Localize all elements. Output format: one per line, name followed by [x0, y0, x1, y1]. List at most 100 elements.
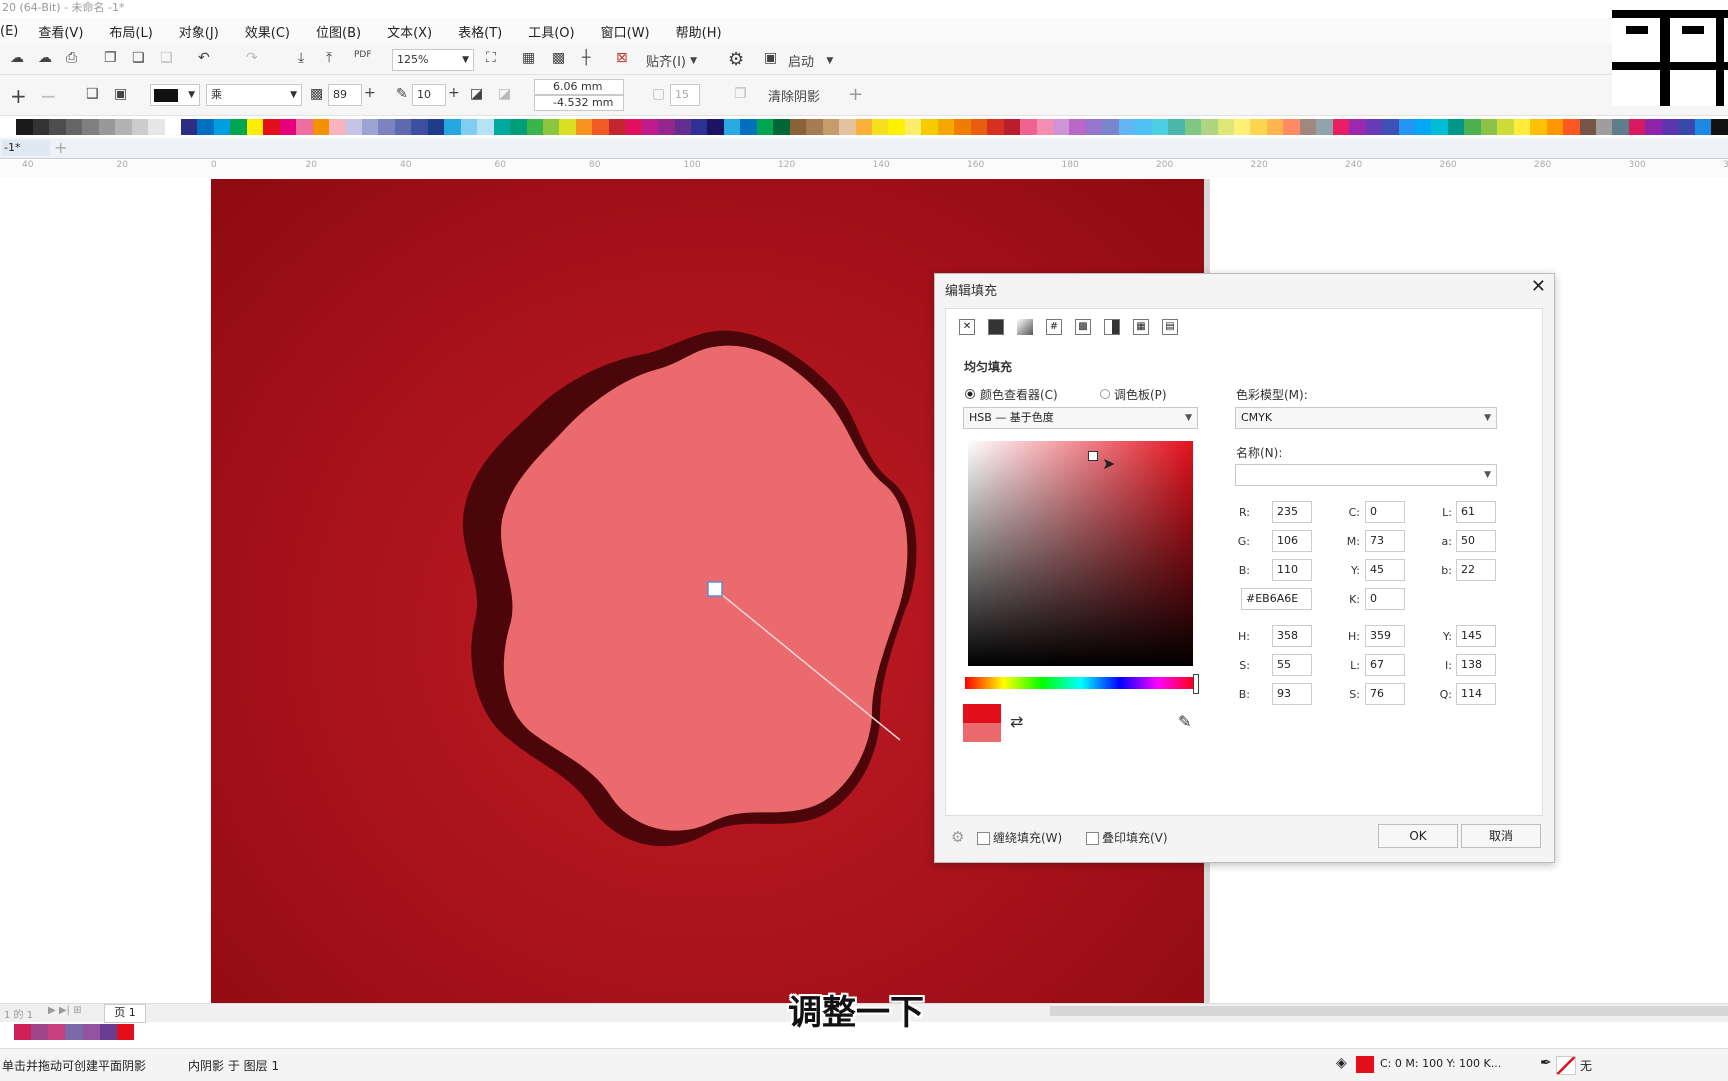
doc-swatch[interactable] — [65, 1024, 83, 1040]
opacity-input[interactable]: 89 — [328, 84, 362, 106]
lab-b-input[interactable]: 22 — [1456, 559, 1496, 581]
hsb-h-input[interactable]: 358 — [1272, 625, 1312, 647]
menu-help[interactable]: 帮助(H) — [676, 22, 722, 41]
opacity-stepper-icon[interactable]: + — [364, 85, 376, 101]
palette-swatch[interactable] — [806, 119, 823, 135]
doc-swatch[interactable] — [82, 1024, 100, 1040]
g-input[interactable]: 106 — [1272, 530, 1312, 552]
palette-swatch[interactable] — [1382, 119, 1399, 135]
palette-swatch[interactable] — [296, 119, 313, 135]
palette-swatch[interactable] — [756, 119, 774, 135]
name-input[interactable]: ▼ — [1235, 464, 1497, 486]
palette-swatch[interactable] — [0, 119, 17, 135]
palette-swatch[interactable] — [49, 119, 66, 135]
shadow-angle-icon[interactable]: ▢ — [652, 86, 665, 102]
new-tab-icon[interactable]: + — [54, 138, 67, 157]
palette-swatch[interactable] — [477, 119, 494, 135]
palette-swatch[interactable] — [625, 119, 642, 135]
palette-swatch[interactable] — [1332, 119, 1350, 135]
palette-swatch[interactable] — [1349, 119, 1366, 135]
palette-swatch[interactable] — [641, 119, 659, 135]
palette-swatch[interactable] — [904, 119, 922, 135]
doc-swatch[interactable] — [14, 1024, 32, 1040]
b-input[interactable]: 110 — [1272, 559, 1312, 581]
palette-swatch[interactable] — [1168, 119, 1185, 135]
fill-bucket-icon[interactable]: ◈ — [1336, 1055, 1347, 1071]
hex-input[interactable]: #EB6A6E — [1241, 588, 1312, 610]
hsb-s-input[interactable]: 55 — [1272, 654, 1312, 676]
outline-color-swatch[interactable] — [1556, 1056, 1576, 1075]
yiq-q-input[interactable]: 114 — [1456, 683, 1496, 705]
drop-shadow-icon[interactable]: ❑ — [86, 86, 99, 102]
menu-table[interactable]: 表格(T) — [458, 22, 502, 41]
menu-object[interactable]: 对象(J) — [179, 22, 219, 41]
menu-effects[interactable]: 效果(C) — [245, 22, 290, 41]
bitmap-pattern-tab[interactable]: ▩ — [1075, 319, 1091, 335]
zoom-select[interactable]: 125% ▼ — [392, 49, 474, 71]
palette-swatch[interactable] — [1645, 119, 1662, 135]
copy-shadow-icon[interactable]: ❐ — [734, 86, 747, 102]
palette-swatch[interactable] — [329, 119, 346, 135]
feather-input[interactable]: 10 — [412, 84, 446, 106]
palette-swatch[interactable] — [1053, 119, 1070, 135]
palette-swatch[interactable] — [411, 119, 428, 135]
palette-swatch[interactable] — [1678, 119, 1695, 135]
palette-swatch[interactable] — [1480, 119, 1498, 135]
page-nav-arrows-icon[interactable]: ▶ ▶| ⊞ — [48, 1005, 82, 1016]
no-fill-tab[interactable]: ✕ — [959, 319, 975, 335]
menu-view[interactable]: 查看(V) — [38, 22, 83, 41]
palette-swatch[interactable] — [1250, 119, 1267, 135]
shadow-stretch-input[interactable]: 15 — [670, 84, 700, 106]
undo-icon[interactable]: ↶ — [198, 50, 210, 66]
palette-swatch[interactable] — [608, 119, 626, 135]
palette-swatch[interactable] — [394, 119, 412, 135]
clear-shadow-button[interactable]: 清除阴影 — [768, 86, 820, 105]
palette-swatch[interactable] — [674, 119, 692, 135]
pdf-icon[interactable]: PDF — [354, 50, 372, 60]
palette-swatch[interactable] — [378, 119, 395, 135]
palette-swatch[interactable] — [1233, 119, 1251, 135]
palette-swatch[interactable] — [822, 119, 840, 135]
merge-mode-select[interactable]: 乘 ▼ — [206, 84, 302, 106]
palette-swatch[interactable] — [542, 119, 560, 135]
palette-swatch[interactable] — [246, 119, 264, 135]
shadow-center-handle[interactable] — [707, 581, 723, 597]
postscript-fill-tab[interactable]: ▤ — [1162, 319, 1178, 335]
overprint-fill-checkbox[interactable] — [1086, 832, 1099, 845]
minus-icon[interactable]: − — [40, 84, 57, 108]
cancel-button[interactable]: 取消 — [1461, 824, 1541, 848]
lab-l-input[interactable]: 61 — [1456, 501, 1496, 523]
radio-palette[interactable] — [1100, 389, 1110, 399]
palette-swatch[interactable] — [1316, 119, 1333, 135]
palette-swatch[interactable] — [1266, 119, 1284, 135]
palette-swatch[interactable] — [1184, 119, 1202, 135]
import-icon[interactable]: ⤓ — [298, 50, 304, 66]
grid-icon[interactable]: ▩ — [552, 50, 565, 66]
palette-swatch[interactable] — [1447, 119, 1465, 135]
palette-swatch[interactable] — [32, 119, 50, 135]
palette-swatch[interactable] — [723, 119, 741, 135]
doc-swatch[interactable] — [31, 1024, 49, 1040]
export-icon[interactable]: ⤒ — [326, 50, 332, 66]
eyedropper-icon[interactable]: ✎ — [1178, 712, 1191, 731]
two-color-pattern-tab[interactable] — [1104, 319, 1120, 335]
paste-icon[interactable]: ❏ — [132, 50, 145, 66]
palette-swatch[interactable] — [1694, 119, 1712, 135]
snap-icon[interactable]: ⊠ — [616, 50, 628, 66]
palette-swatch[interactable] — [773, 119, 790, 135]
zoom-fit-icon[interactable]: ⛶ — [486, 50, 496, 66]
feather-edges-icon[interactable]: ◪ — [498, 86, 511, 102]
color-model-select[interactable]: CMYK ▼ — [1235, 407, 1497, 429]
palette-swatch[interactable] — [987, 119, 1004, 135]
palette-swatch[interactable] — [872, 119, 889, 135]
wrap-fill-checkbox[interactable] — [977, 832, 990, 845]
palette-swatch[interactable] — [131, 119, 149, 135]
palette-swatch[interactable] — [1299, 119, 1317, 135]
palette-swatch[interactable] — [970, 119, 988, 135]
palette-swatch[interactable] — [1497, 119, 1514, 135]
flower-shape[interactable] — [440, 320, 960, 860]
palette-swatch[interactable] — [1069, 119, 1086, 135]
swap-colors-icon[interactable]: ⇄ — [1010, 712, 1023, 731]
color-picker-area[interactable] — [968, 441, 1193, 666]
document-tab[interactable]: -1* — [2, 140, 50, 156]
